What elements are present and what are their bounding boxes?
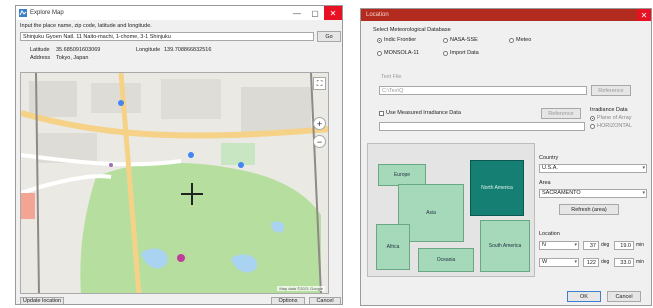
title-bar: Explore Map — ▢ ✕: [16, 6, 342, 20]
map-view[interactable]: ⛶ + − Map data ©2021 Google: [20, 72, 329, 294]
longitude-label: Longitude: [136, 47, 161, 53]
map-app-icon: [19, 9, 27, 17]
lat-minute-unit: min: [636, 242, 645, 248]
lon-minute-unit: min: [636, 259, 645, 265]
region-south-america[interactable]: South America: [480, 220, 530, 272]
location-label: Location: [539, 231, 560, 237]
measured-irradiance-checkbox[interactable]: Use Measured Irradiance Data: [379, 110, 461, 116]
area-select[interactable]: SACRAMENTO: [539, 189, 647, 198]
maximize-button[interactable]: ▢: [306, 6, 324, 20]
ok-button[interactable]: OK: [567, 291, 601, 302]
address-label: Address: [30, 55, 51, 61]
minimize-button[interactable]: —: [288, 6, 306, 20]
country-select[interactable]: U.S.A.: [539, 164, 647, 173]
lon-degree-unit: deg: [601, 259, 610, 265]
measured-file-input[interactable]: [379, 122, 585, 131]
radio-indicator: [377, 37, 382, 43]
radio-indicator: [590, 115, 595, 121]
region-north-america[interactable]: North America: [470, 160, 524, 216]
irradiance-radio-poa[interactable]: Plane of Array: [590, 115, 632, 121]
window-title: Explore Map: [30, 10, 64, 16]
db-radio-nasa[interactable]: NASA-SSE: [443, 37, 478, 43]
text-file-input[interactable]: C:\Tex\Q: [379, 86, 587, 95]
zoom-out-icon[interactable]: −: [313, 135, 326, 148]
lon-degree-input[interactable]: 122: [583, 258, 599, 267]
place-search-input[interactable]: Shinjuku Gyoen Natl. 11 Naito-machi, 1-c…: [20, 32, 314, 41]
lat-degree-input[interactable]: 37: [583, 241, 599, 250]
close-button[interactable]: ✕: [324, 6, 342, 20]
options-button[interactable]: Options: [271, 297, 305, 304]
radio-indicator: [590, 123, 595, 129]
measured-reference-button[interactable]: Reference: [541, 108, 581, 119]
search-instruction: Input the place name, zip code, latitude…: [20, 23, 152, 29]
region-europe[interactable]: Europe: [378, 164, 426, 186]
radio-indicator: [443, 50, 448, 56]
latitude-label: Latitude: [30, 47, 50, 53]
location-title-bar: Location ✕: [361, 9, 651, 21]
db-radio-indic[interactable]: Indic Frontier: [377, 37, 416, 43]
irradiance-radio-horizontal[interactable]: HORIZONTAL: [590, 123, 632, 129]
cancel-button[interactable]: Cancel: [309, 297, 341, 304]
radio-indicator: [509, 37, 514, 43]
radio-indicator: [443, 37, 448, 43]
country-label: Country: [539, 155, 559, 161]
latitude-value: 35.685091603069: [56, 47, 101, 53]
location-window-title: Location: [366, 12, 389, 18]
fullscreen-icon[interactable]: ⛶: [313, 77, 326, 90]
lon-minute-input[interactable]: 33.0: [614, 258, 634, 267]
zoom-in-icon[interactable]: +: [313, 117, 326, 130]
location-cancel-button[interactable]: Cancel: [607, 291, 641, 302]
refresh-area-button[interactable]: Refresh (area): [559, 204, 619, 215]
lat-degree-unit: deg: [601, 242, 610, 248]
region-africa[interactable]: Africa: [376, 224, 410, 270]
longitude-value: 139.708866832516: [164, 47, 212, 53]
region-map: Europe Asia North America Africa Oceania…: [367, 143, 535, 277]
map-attribution: Map data ©2021 Google: [277, 286, 325, 291]
irradiance-group-label: Irradiance Data: [590, 107, 628, 113]
db-radio-monsola[interactable]: MONSOLA-11: [377, 50, 419, 56]
location-window: Location ✕ Select Meteorological Databas…: [360, 8, 652, 306]
lat-direction-select[interactable]: N: [539, 241, 579, 250]
map-crosshair: [181, 183, 203, 205]
update-location-button[interactable]: Update location: [20, 297, 64, 304]
go-button[interactable]: Go: [317, 31, 341, 42]
checkbox-box: [379, 110, 384, 116]
radio-indicator: [377, 50, 382, 56]
explore-map-window: Explore Map — ▢ ✕ Input the place name, …: [15, 5, 343, 305]
lon-direction-select[interactable]: W: [539, 258, 579, 267]
db-radio-import[interactable]: Import Data: [443, 50, 479, 56]
address-value: Tokyo, Japan: [56, 55, 89, 61]
location-close-button[interactable]: ✕: [637, 9, 651, 21]
map-canvas: [21, 73, 328, 293]
db-radio-meteo[interactable]: Meteo: [509, 37, 531, 43]
file-reference-button[interactable]: Reference: [591, 85, 631, 96]
lat-minute-input[interactable]: 19.0: [614, 241, 634, 250]
database-group-label: Select Meteorological Database: [373, 27, 451, 33]
region-oceania[interactable]: Oceania: [418, 248, 474, 272]
area-label: Area: [539, 180, 551, 186]
text-file-label: Text File: [381, 74, 402, 80]
